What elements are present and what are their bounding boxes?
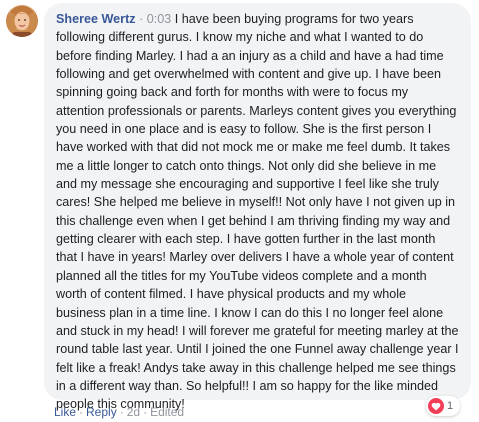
like-button[interactable]: Like <box>54 405 76 419</box>
meta-separator: · <box>139 12 144 26</box>
edited-label[interactable]: Edited <box>150 405 184 419</box>
reply-button[interactable]: Reply <box>86 405 117 419</box>
action-separator: · <box>79 405 84 419</box>
reaction-badge[interactable]: 1 <box>426 396 461 416</box>
action-separator: · <box>143 405 148 419</box>
comment-author[interactable]: Sheree Wertz <box>56 12 136 26</box>
comment-text: I have been buying programs for two year… <box>56 12 459 412</box>
heart-icon <box>428 398 444 414</box>
comment-age[interactable]: 2d <box>127 405 140 419</box>
video-timestamp[interactable]: 0:03 <box>147 12 172 26</box>
comment-actions: Like · Reply · 2d · Edited <box>54 405 184 419</box>
avatar[interactable] <box>6 5 38 37</box>
comment-bubble: Sheree Wertz · 0:03 I have been buying p… <box>44 3 471 411</box>
action-separator: · <box>119 405 124 419</box>
avatar-portrait-icon <box>7 6 37 37</box>
reaction-count: 1 <box>447 400 454 412</box>
